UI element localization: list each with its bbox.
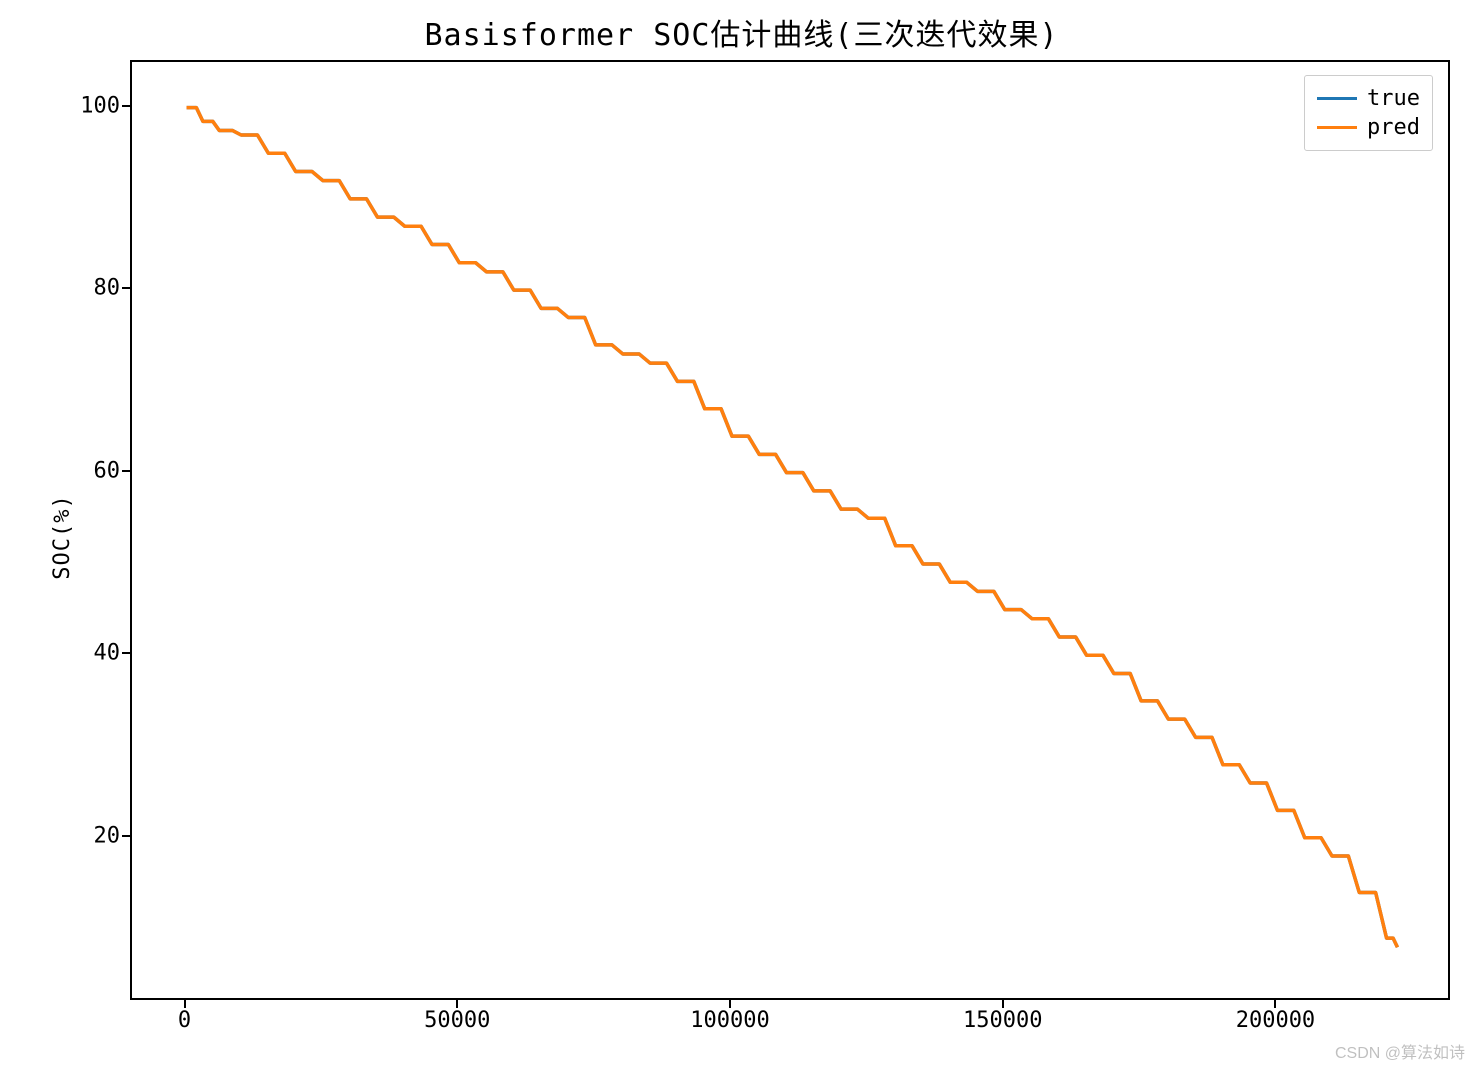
y-tick-mark: [122, 652, 130, 654]
legend-swatch-pred: [1317, 126, 1357, 130]
y-tick-label: 40: [10, 641, 120, 666]
x-tick-mark: [456, 1000, 458, 1008]
legend-label-pred: pred: [1367, 115, 1420, 140]
y-axis-label: SOC(%): [50, 494, 75, 579]
legend: true pred: [1304, 75, 1433, 151]
y-tick-label: 20: [10, 823, 120, 848]
watermark: CSDN @算法如诗: [1335, 1039, 1465, 1063]
legend-swatch-true: [1317, 97, 1357, 101]
x-tick-label: 50000: [424, 1008, 490, 1033]
y-tick-mark: [122, 105, 130, 107]
series-line-pred: [187, 108, 1398, 948]
x-tick-label: 150000: [963, 1008, 1042, 1033]
x-tick-mark: [184, 1000, 186, 1008]
y-tick-label: 100: [10, 93, 120, 118]
x-tick-mark: [729, 1000, 731, 1008]
plot-svg: [132, 62, 1448, 998]
chart-figure: Basisformer SOC估计曲线(三次迭代效果) SOC(%) true …: [0, 0, 1483, 1073]
chart-title: Basisformer SOC估计曲线(三次迭代效果): [0, 10, 1483, 54]
legend-label-true: true: [1367, 86, 1420, 111]
legend-item-pred: pred: [1317, 113, 1420, 142]
x-tick-label: 0: [178, 1008, 191, 1033]
x-tick-label: 200000: [1236, 1008, 1315, 1033]
x-tick-mark: [1274, 1000, 1276, 1008]
plot-area: [130, 60, 1450, 1000]
x-tick-mark: [1002, 1000, 1004, 1008]
y-tick-label: 60: [10, 458, 120, 483]
y-tick-mark: [122, 287, 130, 289]
y-tick-label: 80: [10, 276, 120, 301]
y-tick-mark: [122, 835, 130, 837]
x-tick-label: 100000: [690, 1008, 769, 1033]
series-line-true: [187, 108, 1398, 948]
y-tick-mark: [122, 470, 130, 472]
legend-item-true: true: [1317, 84, 1420, 113]
